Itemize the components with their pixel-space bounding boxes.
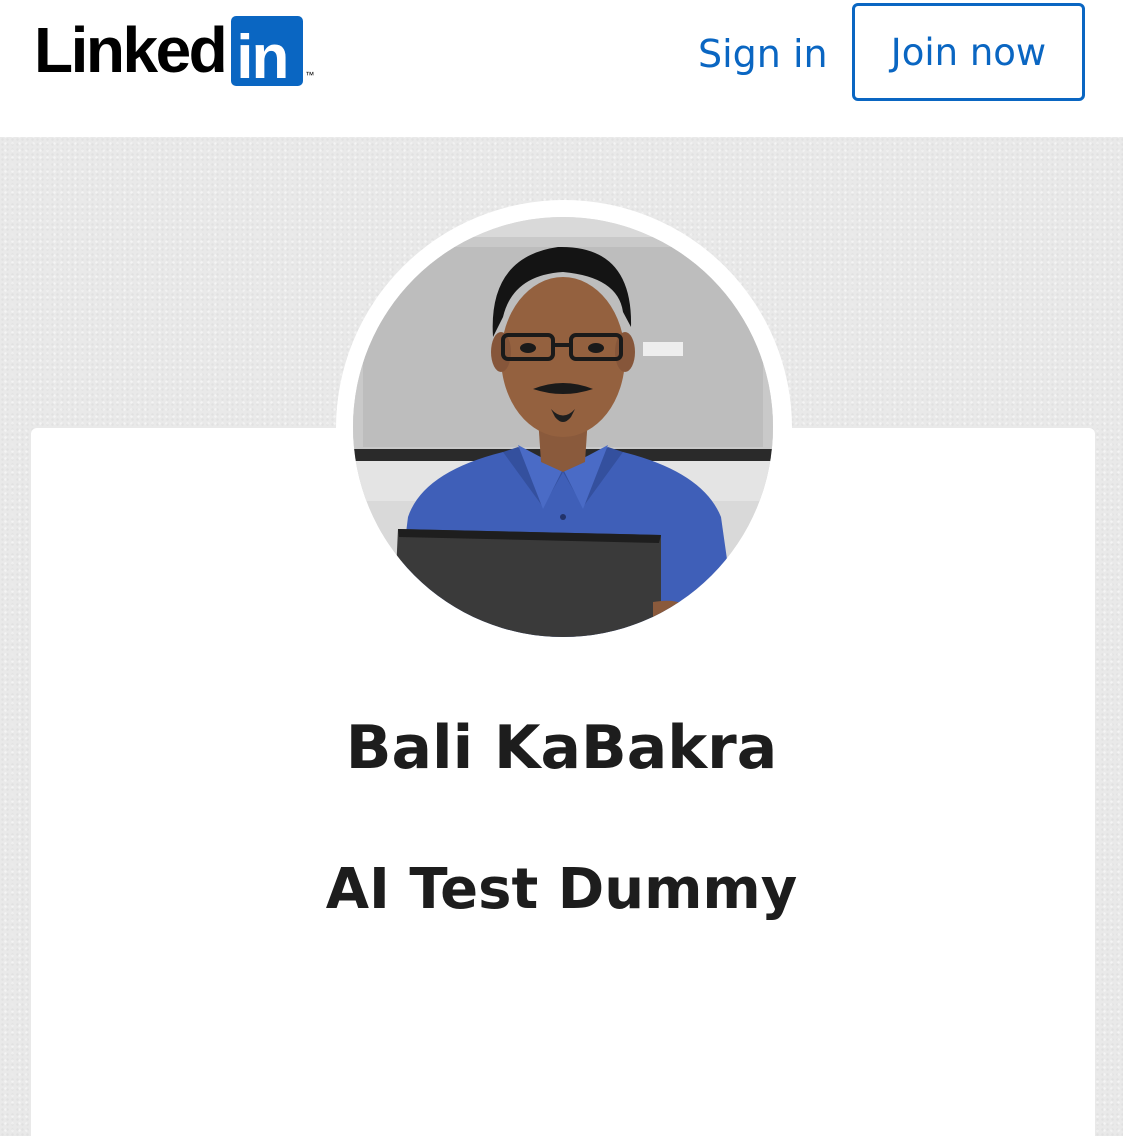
logo-in-text: in <box>236 23 289 87</box>
profile-page: Linked in ™ Sign in Join now Bali KaBakr… <box>0 0 1123 1136</box>
profile-photo-icon <box>353 217 773 637</box>
sign-in-link[interactable]: Sign in <box>698 28 828 80</box>
join-now-button[interactable]: Join now <box>852 3 1085 101</box>
logo-trademark: ™ <box>305 70 315 80</box>
top-nav: Linked in ™ Sign in Join now <box>0 0 1123 137</box>
avatar[interactable] <box>353 217 773 637</box>
logo-wordmark: Linked <box>34 14 228 86</box>
linkedin-logo[interactable]: Linked in ™ <box>34 14 314 86</box>
profile-name: Bali KaBakra <box>345 713 778 783</box>
logo-in-box: in <box>231 16 304 87</box>
profile-headline: AI Test Dummy <box>325 857 798 922</box>
